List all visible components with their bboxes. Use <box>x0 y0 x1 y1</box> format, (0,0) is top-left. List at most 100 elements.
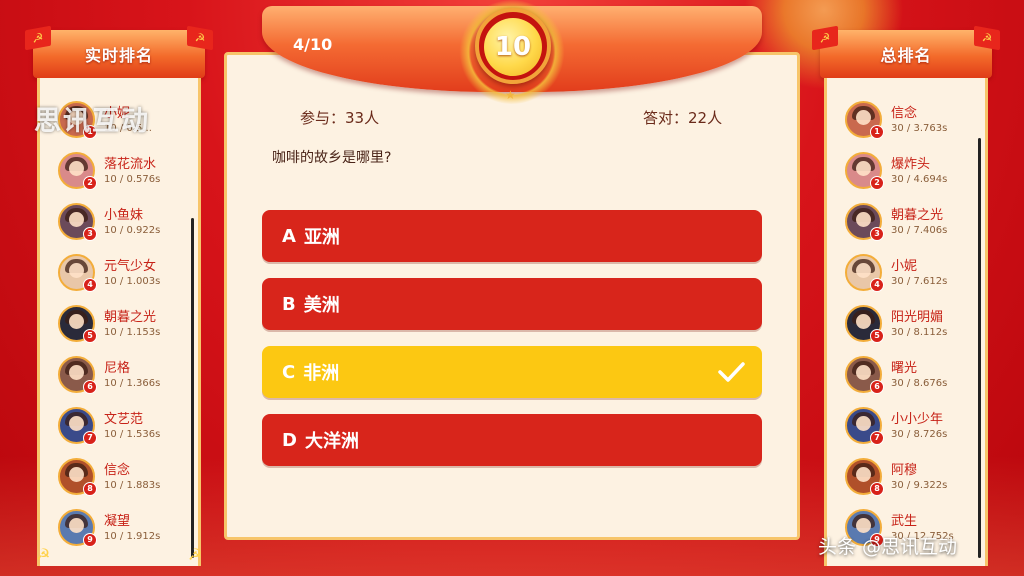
player-name: 阿穆 <box>891 463 918 478</box>
total-ranking-item: 7 小小少年 30 / 8.726s <box>845 407 985 449</box>
player-name: 凝望 <box>104 514 131 529</box>
live-ranking-header: ☭ 实时排名 ☭ <box>25 25 213 78</box>
flag-icon: ☭ <box>974 25 1000 51</box>
total-ranking-item: 6 曙光 30 / 8.676s <box>845 356 985 398</box>
flag-icon: ☭ <box>812 25 838 51</box>
player-name: 尼格 <box>104 361 131 376</box>
rank-badge: 2 <box>870 176 884 190</box>
option-letter: D <box>282 429 297 451</box>
rank-badge: 6 <box>870 380 884 394</box>
player-name: 元气少女 <box>104 259 157 274</box>
countdown-value: 10 <box>494 32 532 62</box>
player-name: 小小少年 <box>891 412 944 427</box>
rank-badge: 6 <box>83 380 97 394</box>
total-ranking-panel: ☭ 总排名 ☭ 1 信念 30 / 3.763s 2 爆炸头 30 / 4.694s 3 朝暮… <box>812 25 1000 566</box>
total-ranking-list[interactable]: 1 信念 30 / 3.763s 2 爆炸头 30 / 4.694s 3 朝暮之光 30 / 7… <box>824 78 988 566</box>
player-score: 10 / 1.912s <box>104 531 161 542</box>
player-score: 30 / 8.676s <box>891 378 948 389</box>
player-score: 30 / 3.763s <box>891 123 948 134</box>
player-name: 信念 <box>891 106 918 121</box>
watermark-logo-text: 思讯互动 <box>34 106 150 137</box>
flag-icon: ☭ <box>25 25 51 51</box>
live-ranking-item: 9 凝望 10 / 1.912s <box>58 509 198 551</box>
live-ranking-item: 7 文艺范 10 / 1.536s <box>58 407 198 449</box>
rank-badge: 7 <box>83 431 97 445</box>
total-ranking-item: 5 阳光明媚 30 / 8.112s <box>845 305 985 347</box>
rank-badge: 4 <box>83 278 97 292</box>
option-letter: B <box>282 293 296 315</box>
player-score: 30 / 7.612s <box>891 276 948 287</box>
option-text: 非洲 <box>303 363 340 384</box>
question-progress: 4/10 <box>293 35 333 54</box>
live-ranking-item: 2 落花流水 10 / 0.576s <box>58 152 198 194</box>
player-score: 10 / 1.536s <box>104 429 161 440</box>
player-name: 武生 <box>891 514 918 529</box>
rank-badge: 8 <box>870 482 884 496</box>
player-name: 小鱼妹 <box>104 208 144 223</box>
live-ranking-item: 8 信念 10 / 1.883s <box>58 458 198 500</box>
flag-icon: ☭ <box>187 25 213 51</box>
correct-count: 答对：22人 <box>643 109 723 127</box>
participant-count: 参与：33人 <box>300 109 380 127</box>
rank-badge: 7 <box>870 431 884 445</box>
total-ranking-header: ☭ 总排名 ☭ <box>812 25 1000 78</box>
total-ranking-item: 8 阿穆 30 / 9.322s <box>845 458 985 500</box>
live-ranking-item: 5 朝暮之光 10 / 1.153s <box>58 305 198 347</box>
live-ranking-title: 实时排名 <box>84 46 153 65</box>
rank-badge: 1 <box>870 125 884 139</box>
checkmark-icon <box>718 362 745 382</box>
option-text: 亚洲 <box>303 227 340 248</box>
rank-badge: 3 <box>83 227 97 241</box>
rank-badge: 3 <box>870 227 884 241</box>
rank-badge: 5 <box>870 329 884 343</box>
player-name: 朝暮之光 <box>104 310 157 325</box>
option-text: 大洋洲 <box>304 431 359 452</box>
player-name: 爆炸头 <box>891 157 931 172</box>
player-score: 10 / 1.003s <box>104 276 161 287</box>
total-ranking-title: 总排名 <box>880 46 932 65</box>
player-name: 朝暮之光 <box>891 208 944 223</box>
star-icon: ★ <box>505 88 516 102</box>
countdown-timer: 10 <box>484 18 542 76</box>
player-score: 10 / 1.883s <box>104 480 161 491</box>
option-d-button[interactable]: D 大洋洲 <box>262 414 762 466</box>
rank-badge: 9 <box>83 533 97 547</box>
player-score: 30 / 8.726s <box>891 429 948 440</box>
option-b-button[interactable]: B 美洲 <box>262 278 762 330</box>
rank-badge: 5 <box>83 329 97 343</box>
total-ranking-item: 3 朝暮之光 30 / 7.406s <box>845 203 985 245</box>
player-score: 30 / 4.694s <box>891 174 948 185</box>
player-score: 30 / 9.322s <box>891 480 948 491</box>
live-ranking-item: 3 小鱼妹 10 / 0.922s <box>58 203 198 245</box>
player-name: 文艺范 <box>104 412 144 427</box>
question-text: 咖啡的故乡是哪里? <box>272 150 392 166</box>
live-ranking-list[interactable]: 1 小妮 10 / 0.5... 2 落花流水 10 / 0.576s 3 小鱼妹 10 / 0… <box>37 78 201 566</box>
option-text: 美洲 <box>303 295 340 316</box>
player-name: 落花流水 <box>104 157 157 172</box>
player-name: 小妮 <box>891 259 918 274</box>
rank-badge: 4 <box>870 278 884 292</box>
player-score: 30 / 8.112s <box>891 327 948 338</box>
live-ranking-item: 6 尼格 10 / 1.366s <box>58 356 198 398</box>
player-score: 10 / 1.366s <box>104 378 161 389</box>
option-letter: A <box>282 225 296 247</box>
hammer-sickle-icon: ☭ <box>188 545 203 564</box>
option-letter: C <box>282 361 296 383</box>
hammer-sickle-icon: ☭ <box>36 545 51 564</box>
watermark-credit: 头条 @思讯互动 <box>818 536 958 558</box>
option-c-button[interactable]: C 非洲 <box>262 346 762 398</box>
rank-badge: 2 <box>83 176 97 190</box>
player-name: 信念 <box>104 463 131 478</box>
player-score: 10 / 0.922s <box>104 225 161 236</box>
total-ranking-item: 2 爆炸头 30 / 4.694s <box>845 152 985 194</box>
option-a-button[interactable]: A 亚洲 <box>262 210 762 262</box>
player-name: 曙光 <box>891 361 918 376</box>
player-name: 阳光明媚 <box>891 310 944 325</box>
total-ranking-item: 4 小妮 30 / 7.612s <box>845 254 985 296</box>
total-ranking-item: 1 信念 30 / 3.763s <box>845 101 985 143</box>
player-score: 10 / 0.576s <box>104 174 161 185</box>
player-score: 10 / 1.153s <box>104 327 161 338</box>
rank-badge: 8 <box>83 482 97 496</box>
player-score: 30 / 7.406s <box>891 225 948 236</box>
live-ranking-item: 4 元气少女 10 / 1.003s <box>58 254 198 296</box>
